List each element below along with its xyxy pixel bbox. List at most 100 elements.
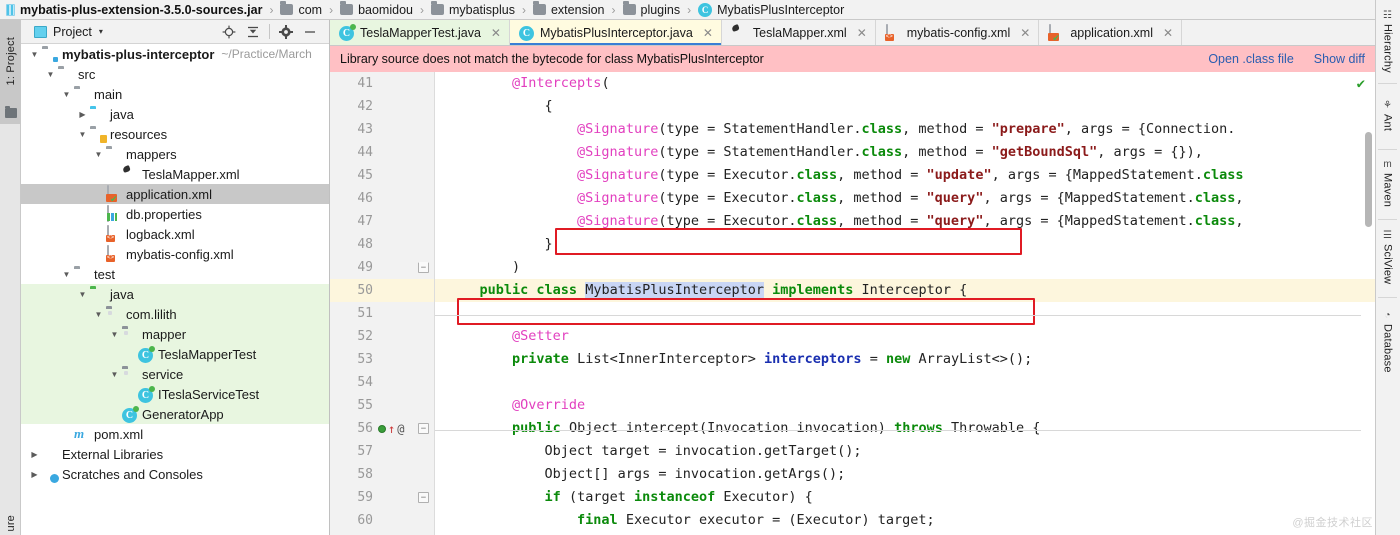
- code-lines[interactable]: @Intercepts( { @Signature(type = Stateme…: [435, 72, 1375, 535]
- chevron-down-icon[interactable]: ▼: [91, 150, 106, 159]
- tree-item-mybatis-plus-interceptor[interactable]: ▼mybatis-plus-interceptor~/Practice/Marc…: [21, 44, 329, 64]
- gutter-row[interactable]: 42: [330, 95, 435, 118]
- tree-item-mappers[interactable]: ▼mappers: [21, 144, 329, 164]
- tree-item-service[interactable]: ▼service: [21, 364, 329, 384]
- run-marker-icon[interactable]: [378, 425, 386, 433]
- gutter-row[interactable]: 41: [330, 72, 435, 95]
- code-line[interactable]: [435, 371, 1375, 394]
- tree-item-teslamappertest[interactable]: ▶CTeslaMapperTest: [21, 344, 329, 364]
- code-fold-toggle[interactable]: −: [418, 492, 429, 503]
- gutter-row[interactable]: 48: [330, 233, 435, 256]
- gutter-row[interactable]: 43: [330, 118, 435, 141]
- code-line[interactable]: [435, 302, 1375, 325]
- tree-item-resources[interactable]: ▼resources: [21, 124, 329, 144]
- tree-item-mybatis-config-xml[interactable]: ▶mybatis-config.xml: [21, 244, 329, 264]
- close-icon[interactable]: ✕: [703, 26, 713, 40]
- tree-item-test[interactable]: ▼test: [21, 264, 329, 284]
- tree-item-logback-xml[interactable]: ▶logback.xml: [21, 224, 329, 244]
- tree-item-generatorapp[interactable]: ▶CGeneratorApp: [21, 404, 329, 424]
- gutter-row[interactable]: 52: [330, 325, 435, 348]
- chevron-down-icon[interactable]: ▼: [27, 50, 42, 59]
- tree-item-pom-xml[interactable]: ▶mpom.xml: [21, 424, 329, 444]
- chevron-down-icon[interactable]: ▼: [107, 370, 122, 379]
- editor-scrollbar-thumb[interactable]: [1365, 132, 1372, 227]
- chevron-down-icon[interactable]: ▼: [91, 310, 106, 319]
- gutter-row[interactable]: 51: [330, 302, 435, 325]
- breadcrumb-root[interactable]: mybatis-plus-extension-3.5.0-sources.jar: [20, 3, 262, 17]
- tool-window-maven[interactable]: mMaven: [1375, 152, 1400, 216]
- chevron-down-icon[interactable]: ▼: [43, 70, 58, 79]
- gutter-row[interactable]: 47: [330, 210, 435, 233]
- inspection-ok-icon[interactable]: ✔: [1357, 76, 1365, 92]
- code-line[interactable]: @Signature(type = StatementHandler.class…: [435, 141, 1375, 164]
- sidebar-item-structure[interactable]: ure: [0, 515, 21, 532]
- tool-window-database[interactable]: ◔Database: [1375, 300, 1400, 384]
- breadcrumb-item-com[interactable]: com: [280, 3, 322, 17]
- chevron-right-icon[interactable]: ▶: [75, 110, 90, 119]
- tab-teslamapper-xml[interactable]: TeslaMapper.xml✕: [722, 20, 876, 45]
- gutter-row[interactable]: 55: [330, 394, 435, 417]
- code-line[interactable]: @Override: [435, 394, 1375, 417]
- code-line[interactable]: public class MybatisPlusInterceptor impl…: [435, 279, 1375, 302]
- editor-gutter[interactable]: 414243444546474849−50515253545556↑@−5758…: [330, 72, 435, 535]
- breadcrumb-item-extension[interactable]: extension: [533, 3, 605, 17]
- tree-item-java[interactable]: ▼java: [21, 284, 329, 304]
- tab-mybatis-config-xml[interactable]: mybatis-config.xml✕: [876, 20, 1040, 45]
- gutter-row[interactable]: 45: [330, 164, 435, 187]
- close-icon[interactable]: ✕: [1163, 26, 1173, 40]
- show-diff-link[interactable]: Show diff: [1314, 52, 1365, 66]
- code-line[interactable]: @Signature(type = StatementHandler.class…: [435, 118, 1375, 141]
- chevron-down-icon[interactable]: ▼: [75, 130, 90, 139]
- collapse-all-icon[interactable]: [242, 22, 264, 42]
- open-class-file-link[interactable]: Open .class file: [1208, 52, 1293, 66]
- code-line[interactable]: }: [435, 233, 1375, 256]
- tree-item-scratches-and-consoles[interactable]: ▶Scratches and Consoles: [21, 464, 329, 484]
- gutter-row[interactable]: 50: [330, 279, 435, 302]
- breadcrumb-item-baomidou[interactable]: baomidou: [340, 3, 413, 17]
- gutter-row[interactable]: 59−: [330, 486, 435, 509]
- code-line[interactable]: Object target = invocation.getTarget();: [435, 440, 1375, 463]
- tree-item-src[interactable]: ▼src: [21, 64, 329, 84]
- tool-window-sciview[interactable]: ☰SciView: [1375, 222, 1400, 294]
- locate-icon[interactable]: [218, 22, 240, 42]
- gear-icon[interactable]: [275, 22, 297, 42]
- chevron-down-icon[interactable]: ▼: [59, 270, 74, 279]
- code-line[interactable]: ): [435, 256, 1375, 279]
- code-line[interactable]: public Object intercept(Invocation invoc…: [435, 417, 1375, 440]
- code-line[interactable]: @Signature(type = Executor.class, method…: [435, 210, 1375, 233]
- tab-mybatisplusinterceptor-java[interactable]: CMybatisPlusInterceptor.java✕: [510, 20, 722, 45]
- breadcrumb-item-mybatisplusinterceptor[interactable]: CMybatisPlusInterceptor: [698, 3, 844, 17]
- close-icon[interactable]: ✕: [491, 26, 501, 40]
- tree-item-external-libraries[interactable]: ▶External Libraries: [21, 444, 329, 464]
- code-line[interactable]: @Signature(type = Executor.class, method…: [435, 187, 1375, 210]
- project-folder-icon[interactable]: [0, 102, 21, 124]
- gutter-row[interactable]: 60: [330, 509, 435, 532]
- tree-item-com-lilith[interactable]: ▼com.lilith: [21, 304, 329, 324]
- tree-item-application-xml[interactable]: ▶✔application.xml: [21, 184, 329, 204]
- override-arrow-icon[interactable]: ↑: [388, 424, 395, 434]
- sidebar-item-project[interactable]: 1: Project: [0, 20, 21, 102]
- tree-item-mapper[interactable]: ▼mapper: [21, 324, 329, 344]
- gutter-row[interactable]: 53: [330, 348, 435, 371]
- tool-window-ant[interactable]: ⚘Ant: [1375, 86, 1400, 146]
- annotation-marker-icon[interactable]: @: [397, 422, 404, 436]
- tab-teslamappertest-java[interactable]: CTeslaMapperTest.java✕: [330, 20, 510, 45]
- close-icon[interactable]: ✕: [1020, 26, 1030, 40]
- breadcrumb-item-mybatisplus[interactable]: mybatisplus: [431, 3, 515, 17]
- gutter-row[interactable]: 49−: [330, 256, 435, 279]
- chevron-down-icon[interactable]: ▼: [107, 330, 122, 339]
- gutter-row[interactable]: 56↑@−: [330, 417, 435, 440]
- code-line[interactable]: private List<InnerInterceptor> intercept…: [435, 348, 1375, 371]
- tool-window-hierarchy[interactable]: ☷Hierarchy: [1375, 4, 1400, 80]
- breadcrumb-item-plugins[interactable]: plugins: [623, 3, 681, 17]
- tab-application-xml[interactable]: ✔application.xml✕: [1039, 20, 1182, 45]
- code-editor[interactable]: 414243444546474849−50515253545556↑@−5758…: [330, 72, 1375, 535]
- code-line[interactable]: {: [435, 95, 1375, 118]
- tree-item-db-properties[interactable]: ▶db.properties: [21, 204, 329, 224]
- gutter-row[interactable]: 58: [330, 463, 435, 486]
- tree-item-iteslaservicetest[interactable]: ▶CITeslaServiceTest: [21, 384, 329, 404]
- code-line[interactable]: Object[] args = invocation.getArgs();: [435, 463, 1375, 486]
- hide-icon[interactable]: [299, 22, 321, 42]
- code-line[interactable]: if (target instanceof Executor) {: [435, 486, 1375, 509]
- gutter-row[interactable]: 46: [330, 187, 435, 210]
